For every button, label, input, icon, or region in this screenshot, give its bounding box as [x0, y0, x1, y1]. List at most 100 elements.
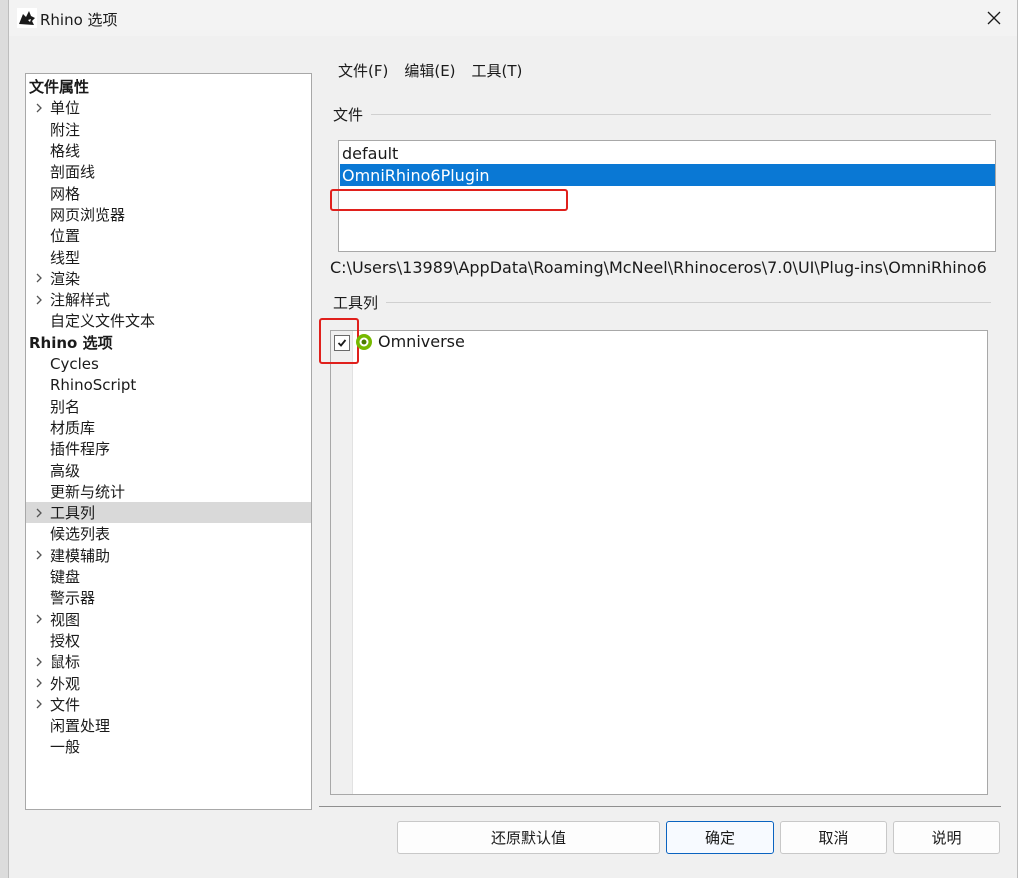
- tree-item-label: 视图: [50, 610, 81, 629]
- tree-item[interactable]: 闲置处理: [26, 715, 311, 736]
- tree-item-label: 位置: [50, 227, 81, 246]
- tree-item[interactable]: 自定义文件文本: [26, 310, 311, 331]
- options-dialog: Rhino 选项 文件属性单位附注格线剖面线网格网页浏览器位置线型渲染注解样式自…: [8, 0, 1018, 878]
- tree-item-label: 一般: [50, 738, 81, 757]
- tree-item-label: 建模辅助: [50, 546, 111, 565]
- tree-item[interactable]: 工具列: [26, 502, 311, 524]
- tree-item[interactable]: 网格: [26, 183, 311, 204]
- restore-defaults-button[interactable]: 还原默认值: [397, 821, 660, 854]
- menu-tools[interactable]: 工具(T): [472, 60, 523, 81]
- annotation-highlight-checkbox: [319, 318, 359, 364]
- omniverse-label: Omniverse: [378, 332, 465, 351]
- tree-item[interactable]: 附注: [26, 119, 311, 140]
- file-path: C:\Users\13989\AppData\Roaming\McNeel\Rh…: [330, 258, 987, 277]
- annotation-highlight-empty-row: [330, 189, 568, 211]
- tree-item-label: 单位: [50, 99, 81, 118]
- chevron-right-icon[interactable]: [28, 508, 50, 518]
- tree-item[interactable]: 授权: [26, 630, 311, 651]
- tree-item-label: 别名: [50, 397, 81, 416]
- options-tree[interactable]: 文件属性单位附注格线剖面线网格网页浏览器位置线型渲染注解样式自定义文件文本 Rhi…: [25, 73, 312, 810]
- help-button[interactable]: 说明: [893, 821, 1000, 854]
- close-button[interactable]: [979, 4, 1009, 32]
- tree-item-label: 渲染: [50, 269, 81, 288]
- menu-file[interactable]: 文件(F): [338, 60, 388, 81]
- tree-item[interactable]: 格线: [26, 140, 311, 161]
- tree-item[interactable]: 鼠标: [26, 651, 311, 672]
- tree-item-label: 材质库: [50, 418, 96, 437]
- tree-item-label: 高级: [50, 461, 81, 480]
- tree-item-label: 格线: [50, 142, 81, 161]
- chevron-right-icon[interactable]: [28, 295, 50, 305]
- tree-item-label: 注解样式: [50, 291, 111, 310]
- tree-item[interactable]: 位置: [26, 225, 311, 246]
- tree-item[interactable]: 键盘: [26, 566, 311, 587]
- toolbars-group-header: 工具列: [333, 294, 379, 312]
- tree-item-label: 候选列表: [50, 525, 111, 544]
- tree-item[interactable]: 单位: [26, 97, 311, 118]
- tree-group-header[interactable]: Rhino 选项: [26, 332, 311, 353]
- toolbar-list-gutter: [331, 331, 353, 794]
- tree-item[interactable]: 材质库: [26, 417, 311, 438]
- tree-item[interactable]: 剖面线: [26, 161, 311, 182]
- tree-item-label: Cycles: [50, 354, 99, 373]
- chevron-right-icon[interactable]: [28, 678, 50, 688]
- tree-group-header[interactable]: 文件属性: [26, 76, 311, 97]
- files-group-header: 文件: [333, 106, 364, 124]
- files-group-line: [371, 114, 991, 115]
- window-title: Rhino 选项: [40, 11, 118, 29]
- tree-item-label: 文件: [50, 695, 81, 714]
- tree-item[interactable]: 建模辅助: [26, 545, 311, 566]
- tree-item-label: 更新与统计: [50, 482, 126, 501]
- toolbars-group-line: [386, 302, 991, 303]
- file-row-default[interactable]: default: [340, 142, 995, 164]
- chevron-right-icon[interactable]: [28, 273, 50, 283]
- tree-item[interactable]: 文件: [26, 694, 311, 715]
- tree-item[interactable]: 渲染: [26, 268, 311, 289]
- tree-item-label: 警示器: [50, 589, 96, 608]
- tree-item[interactable]: 警示器: [26, 587, 311, 608]
- cancel-button[interactable]: 取消: [780, 821, 887, 854]
- omniverse-icon: [356, 334, 372, 350]
- tree-item[interactable]: 插件程序: [26, 438, 311, 459]
- title-bar: Rhino 选项: [9, 0, 1017, 36]
- rhino-app-icon: [17, 8, 37, 28]
- tree-item[interactable]: 候选列表: [26, 523, 311, 544]
- tree-item-label: 鼠标: [50, 653, 81, 672]
- tree-item[interactable]: 视图: [26, 609, 311, 630]
- tree-item[interactable]: 别名: [26, 396, 311, 417]
- tree-item[interactable]: 一般: [26, 736, 311, 757]
- tree-item-label: 外观: [50, 674, 81, 693]
- tree-item-label: 授权: [50, 631, 81, 650]
- file-row-omnirhino[interactable]: OmniRhino6Plugin: [340, 164, 995, 186]
- chevron-right-icon[interactable]: [28, 550, 50, 560]
- tree-item-label: 插件程序: [50, 440, 111, 459]
- chevron-right-icon[interactable]: [28, 699, 50, 709]
- menu-edit[interactable]: 编辑(E): [404, 60, 455, 81]
- tree-item-label: 文件属性: [29, 78, 90, 97]
- tree-item-label: 线型: [50, 248, 81, 267]
- chevron-right-icon[interactable]: [28, 657, 50, 667]
- tree-item-label: 网页浏览器: [50, 205, 126, 224]
- menu-bar: 文件(F) 编辑(E) 工具(T): [338, 60, 522, 81]
- tree-item-label: Rhino 选项: [29, 333, 113, 352]
- tree-item[interactable]: 网页浏览器: [26, 204, 311, 225]
- toolbar-list[interactable]: [330, 330, 988, 795]
- tree-item[interactable]: 更新与统计: [26, 481, 311, 502]
- tree-item-label: RhinoScript: [50, 375, 137, 394]
- tree-item[interactable]: 高级: [26, 459, 311, 480]
- close-icon: [987, 11, 1001, 25]
- tree-item[interactable]: RhinoScript: [26, 374, 311, 395]
- tree-item-label: 附注: [50, 120, 81, 139]
- tree-item-label: 剖面线: [50, 163, 96, 182]
- tree-item[interactable]: 外观: [26, 672, 311, 693]
- chevron-right-icon[interactable]: [28, 614, 50, 624]
- chevron-right-icon[interactable]: [28, 103, 50, 113]
- footer-separator: [319, 806, 1001, 807]
- ok-button[interactable]: 确定: [666, 821, 774, 854]
- tree-item-label: 闲置处理: [50, 717, 111, 736]
- tree-item[interactable]: 线型: [26, 246, 311, 267]
- tree-item-label: 自定义文件文本: [50, 312, 156, 331]
- tree-item-label: 网格: [50, 184, 81, 203]
- tree-item[interactable]: Cycles: [26, 353, 311, 374]
- tree-item[interactable]: 注解样式: [26, 289, 311, 310]
